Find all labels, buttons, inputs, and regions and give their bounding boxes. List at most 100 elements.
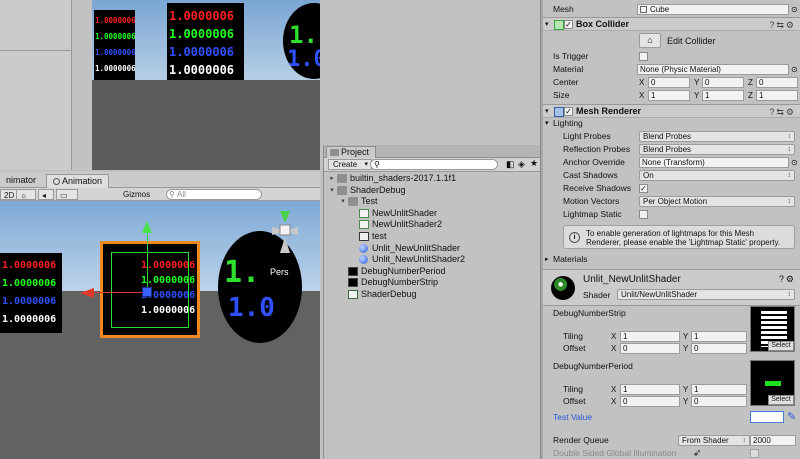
expand-arrow-icon[interactable]: ▸ xyxy=(545,253,549,266)
receive-shadows-checkbox[interactable]: ✓ xyxy=(639,184,648,193)
center-z-field[interactable]: 0 xyxy=(756,77,798,88)
lighting-foldout[interactable]: ▾ Lighting xyxy=(543,117,800,130)
project-tree-item[interactable]: Unlit_NewUnlitShader xyxy=(324,243,540,255)
anchor-override-field[interactable]: None (Transform) xyxy=(639,157,789,168)
lighting-toggle-button[interactable]: ☼ xyxy=(16,189,36,200)
size-y-value: 1 xyxy=(705,91,710,100)
project-tree-item-label: Unlit_NewUnlitShader2 xyxy=(372,254,466,265)
motion-vectors-dropdown[interactable]: Per Object Motion xyxy=(639,196,795,207)
period-offset-y-field[interactable]: 0 xyxy=(691,396,747,407)
material-shader-dropdown[interactable]: Unlit/NewUnlitShader xyxy=(617,289,795,300)
effects-dropdown[interactable]: ▭ xyxy=(56,189,78,200)
audio-toggle-button[interactable]: ◂ xyxy=(38,189,54,200)
tab-animator[interactable]: nimator xyxy=(0,174,42,188)
filter-by-type-icon[interactable]: ◧ xyxy=(506,159,515,170)
cube-digit-green: 1.0000006 xyxy=(2,278,57,289)
test-value-color-field[interactable] xyxy=(750,411,784,423)
collapse-arrow-icon[interactable]: ▾ xyxy=(545,18,549,31)
orientation-gizmo-icon[interactable] xyxy=(264,209,306,269)
render-queue-dropdown[interactable]: From Shader xyxy=(678,435,750,446)
double-sided-gi-checkbox[interactable] xyxy=(750,449,759,458)
gizmo-x-axis[interactable] xyxy=(92,292,148,293)
period-tiling-x-field[interactable]: 1 xyxy=(620,384,680,395)
tab-animation[interactable]: Animation xyxy=(46,174,110,188)
reflection-probes-dropdown[interactable]: Blend Probes xyxy=(639,144,795,155)
size-x-field[interactable]: 1 xyxy=(648,90,690,101)
edit-collider-button[interactable]: ⌂ xyxy=(639,33,661,48)
scene-view[interactable]: 1.0000006 1.0000006 1.0000006 1.0000006 … xyxy=(0,201,320,459)
chevron-right-icon[interactable]: ▸ xyxy=(328,173,336,185)
project-tree-item[interactable]: Unlit_NewUnlitShader2 xyxy=(324,254,540,266)
gizmo-x-arrow-icon[interactable] xyxy=(80,288,94,298)
center-y-field[interactable]: 0 xyxy=(702,77,744,88)
create-button[interactable]: Create ▾ xyxy=(328,159,373,170)
x-label: X xyxy=(639,91,645,100)
gear-icon[interactable]: ⚙ xyxy=(786,20,796,30)
eyedropper-icon[interactable]: ✎ xyxy=(787,410,796,423)
cube-digit-white: 1.0000006 xyxy=(95,64,135,73)
tab-project[interactable]: Project xyxy=(326,146,377,158)
gear-icon[interactable]: ⚙ xyxy=(786,274,796,284)
project-tree-item[interactable]: ▸ builtin_shaders-2017.1.1f1 xyxy=(324,173,540,185)
chevron-down-icon[interactable]: ▾ xyxy=(328,185,336,197)
project-tree-item[interactable]: NewUnlitShader2 xyxy=(324,219,540,231)
gear-icon[interactable]: ⚙ xyxy=(786,107,796,117)
mesh-field[interactable]: Cube xyxy=(637,4,789,15)
project-tree-item-label: ShaderDebug xyxy=(361,288,417,299)
hierarchy-panel[interactable] xyxy=(0,0,72,170)
project-tree-item[interactable]: ▾ ShaderDebug xyxy=(324,185,540,197)
preset-icon[interactable]: ⇆ xyxy=(776,107,786,117)
box-collider-header[interactable]: ▾ ✓ Box Collider ?⇆⚙ xyxy=(543,17,800,31)
period-tiling-y-field[interactable]: 1 xyxy=(691,384,747,395)
help-icon[interactable]: ? xyxy=(779,274,786,284)
project-tree-item[interactable]: DebugNumberStrip xyxy=(324,277,540,289)
strip-tiling-x-field[interactable]: 1 xyxy=(620,331,680,342)
component-settings-icons[interactable]: ?⚙ xyxy=(779,274,796,285)
light-probes-dropdown[interactable]: Blend Probes xyxy=(639,131,795,142)
size-label: Size xyxy=(553,90,570,100)
mesh-renderer-header[interactable]: ▾ ✓ Mesh Renderer ?⇆⚙ xyxy=(543,104,800,118)
material-header[interactable]: Unlit_NewUnlitShader Shader Unlit/NewUnl… xyxy=(543,270,800,306)
period-offset-x-field[interactable]: 0 xyxy=(620,396,680,407)
component-settings-icons[interactable]: ?⇆⚙ xyxy=(769,19,796,32)
strip-offset-y-field[interactable]: 0 xyxy=(691,343,747,354)
chevron-down-icon[interactable]: ▾ xyxy=(339,196,347,208)
project-tree-item[interactable]: ▾ Test xyxy=(324,196,540,208)
size-z-field[interactable]: 1 xyxy=(756,90,798,101)
project-tree-item[interactable]: DebugNumberPeriod xyxy=(324,266,540,278)
cast-shadows-dropdown[interactable]: On xyxy=(639,170,795,181)
is-trigger-checkbox[interactable] xyxy=(639,52,648,61)
object-picker-icon[interactable]: ⊙ xyxy=(791,3,798,16)
strip-offset-x-field[interactable]: 0 xyxy=(620,343,680,354)
game-ground xyxy=(92,80,320,170)
collider-material-field[interactable]: None (Physic Material) xyxy=(637,64,789,75)
project-tree-item[interactable]: test xyxy=(324,231,540,243)
strip-tiling-y-field[interactable]: 1 xyxy=(691,331,747,342)
object-picker-icon[interactable]: ⊙ xyxy=(791,63,798,76)
texture-icon xyxy=(348,266,358,276)
size-y-field[interactable]: 1 xyxy=(702,90,744,101)
lightmap-static-checkbox[interactable] xyxy=(639,210,648,219)
mesh-renderer-enabled-checkbox[interactable]: ✓ xyxy=(564,107,573,116)
filter-by-label-icon[interactable]: ◈ xyxy=(518,159,525,170)
project-tree-item[interactable]: ShaderDebug xyxy=(324,289,540,301)
persp-label[interactable]: Pers xyxy=(270,267,289,277)
project-tree-item[interactable]: NewUnlitShader xyxy=(324,208,540,220)
project-tree-item-label: test xyxy=(372,230,387,241)
gizmos-dropdown[interactable]: Gizmos ▾ xyxy=(120,189,158,210)
gizmo-y-arrow-icon[interactable] xyxy=(142,221,152,233)
game-view[interactable]: 1.0000006 1.0000006 1.0000006 1.0000006 … xyxy=(92,0,320,170)
box-collider-enabled-checkbox[interactable]: ✓ xyxy=(564,20,573,29)
object-picker-icon[interactable]: ⊙ xyxy=(791,156,798,169)
collapse-arrow-icon[interactable]: ▾ xyxy=(545,117,549,130)
project-search-input[interactable]: ⚲ xyxy=(370,159,498,170)
favorite-star-icon[interactable]: ★ xyxy=(530,158,538,169)
render-queue-field[interactable]: 2000 xyxy=(750,435,796,446)
gizmo-center-icon[interactable] xyxy=(142,287,152,297)
materials-foldout[interactable]: ▸ Materials xyxy=(543,253,800,266)
scene-search-input[interactable]: ⚲ All xyxy=(166,189,262,200)
x-label: X xyxy=(611,397,617,406)
preset-icon[interactable]: ⇆ xyxy=(776,20,786,30)
center-x-field[interactable]: 0 xyxy=(648,77,690,88)
z-label: Z xyxy=(748,78,753,87)
